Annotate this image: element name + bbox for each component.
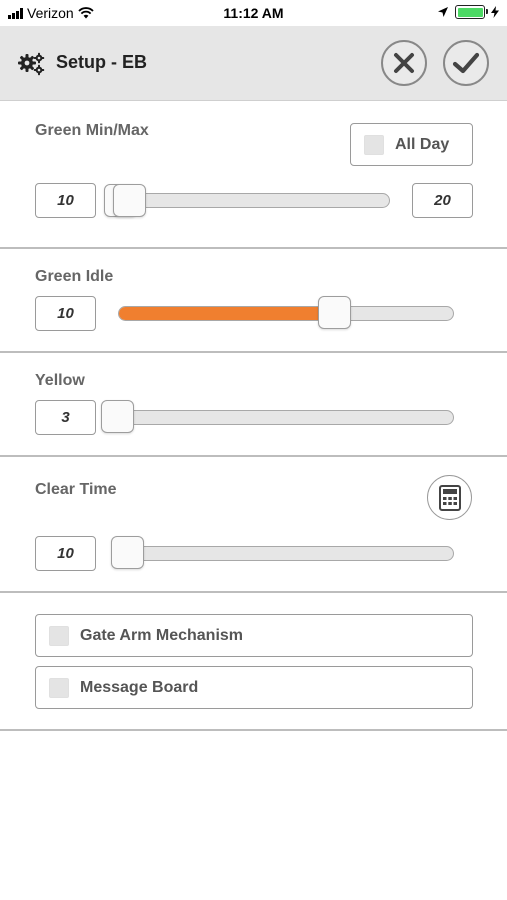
yellow-thumb[interactable] [101, 400, 134, 433]
checkmark-icon [452, 52, 480, 74]
gate-arm-checkbox[interactable] [49, 625, 69, 646]
yellow-track[interactable] [101, 410, 454, 425]
gears-icon [18, 52, 45, 76]
status-bar: Verizon 11:12 AM [0, 0, 507, 26]
section-divider [0, 247, 507, 249]
clear-time-track[interactable] [111, 546, 454, 561]
green-max-value[interactable]: 20 [412, 183, 473, 218]
all-day-toggle[interactable]: All Day [350, 123, 473, 166]
message-board-checkbox[interactable] [49, 677, 69, 698]
message-board-option[interactable]: Message Board [35, 666, 473, 709]
all-day-checkbox[interactable] [364, 134, 384, 155]
setup-header: Setup - EB [0, 26, 507, 101]
charging-bolt-icon [491, 6, 499, 18]
page-title: Setup - EB [56, 52, 148, 72]
green-minmax-track[interactable] [104, 193, 390, 208]
gate-arm-label: Gate Arm Mechanism [80, 626, 244, 644]
green-idle-label: Green Idle [35, 268, 114, 285]
section-divider [0, 351, 507, 353]
gate-arm-mechanism-option[interactable]: Gate Arm Mechanism [35, 614, 473, 657]
x-icon [394, 53, 414, 73]
clear-time-value[interactable]: 10 [35, 536, 96, 571]
green-idle-fill [119, 307, 336, 320]
yellow-value[interactable]: 3 [35, 400, 96, 435]
green-max-thumb[interactable] [113, 184, 146, 217]
green-idle-track[interactable] [118, 306, 454, 321]
clock: 11:12 AM [223, 5, 284, 21]
yellow-label: Yellow [35, 372, 85, 389]
calculator-icon [438, 484, 461, 511]
section-divider [0, 455, 507, 457]
status-right [437, 5, 499, 19]
battery-icon [455, 5, 488, 19]
cancel-button[interactable] [381, 40, 427, 86]
green-minmax-label: Green Min/Max [35, 122, 149, 139]
location-arrow-icon [438, 7, 448, 17]
section-divider [0, 591, 507, 593]
confirm-button[interactable] [443, 40, 489, 86]
calculator-button[interactable] [427, 475, 472, 520]
green-idle-value[interactable]: 10 [35, 296, 96, 331]
message-board-label: Message Board [80, 678, 199, 696]
green-min-value[interactable]: 10 [35, 183, 96, 218]
all-day-label: All Day [395, 135, 450, 153]
section-divider [0, 729, 507, 731]
clear-time-thumb[interactable] [111, 536, 144, 569]
green-idle-thumb[interactable] [317, 296, 351, 329]
clear-time-label: Clear Time [35, 481, 117, 498]
